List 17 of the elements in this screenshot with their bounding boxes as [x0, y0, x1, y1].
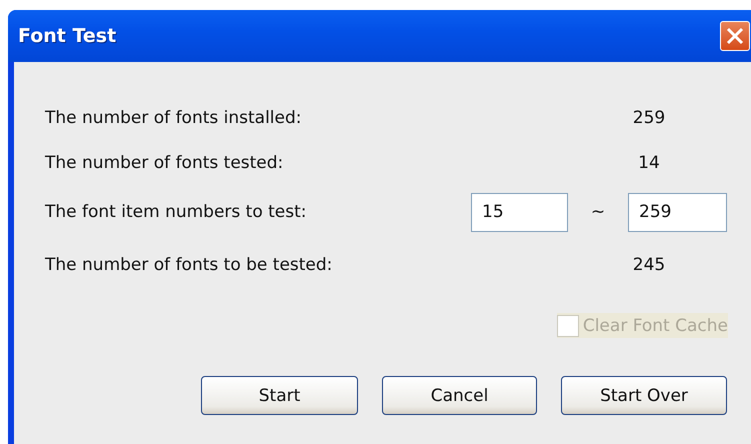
value-text: 14 — [637, 152, 661, 172]
value-text: 259 — [632, 108, 666, 128]
close-icon — [725, 26, 745, 46]
close-button[interactable] — [720, 21, 750, 51]
field-label: The number of fonts installed: — [45, 108, 302, 128]
dialog-button[interactable]: Start — [201, 376, 358, 415]
field-label: The number of fonts tested: — [45, 152, 284, 172]
checkbox-label: Clear Font Cache — [582, 316, 728, 336]
range-separator: ~ — [590, 202, 606, 222]
value-text: 245 — [632, 255, 666, 275]
dialog-button[interactable]: Cancel — [382, 376, 537, 415]
dialog-button[interactable]: Start Over — [561, 376, 727, 415]
field-label: The font item numbers to test: — [45, 202, 307, 222]
number-field[interactable]: 259 — [628, 192, 727, 232]
field-label: The number of fonts to be tested: — [45, 255, 332, 275]
number-field[interactable]: 15 — [471, 192, 568, 232]
window-title: Font Test — [17, 25, 116, 47]
